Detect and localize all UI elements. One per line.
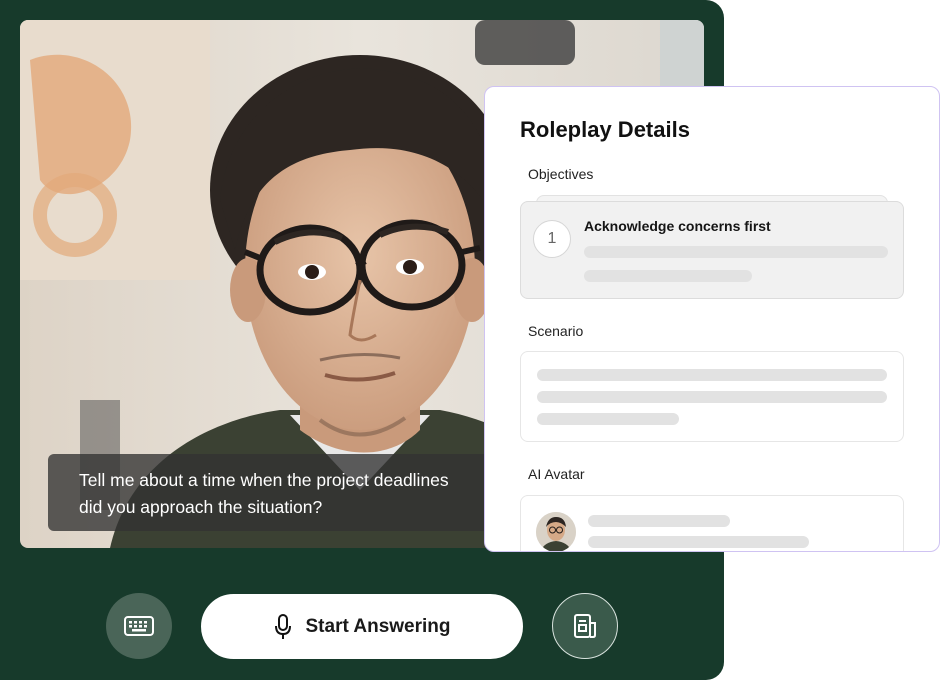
objective-number: 1: [533, 220, 571, 258]
scenario-label: Scenario: [528, 323, 584, 339]
placeholder-line: [584, 246, 888, 258]
avatar-image: [536, 512, 576, 551]
objective-text: Acknowledge concerns first: [584, 218, 771, 234]
objective-card[interactable]: 1 Acknowledge concerns first: [520, 201, 904, 299]
placeholder-line: [588, 515, 730, 527]
placeholder-line: [537, 413, 679, 425]
placeholder-line: [588, 536, 809, 548]
notes-button[interactable]: [552, 593, 618, 659]
scenario-card: [520, 351, 904, 442]
avatar: [536, 512, 576, 551]
keyboard-icon: [124, 616, 154, 636]
call-controls: Start Answering: [0, 560, 724, 680]
ai-avatar-label: AI Avatar: [528, 466, 585, 482]
panel-title: Roleplay Details: [520, 117, 690, 142]
objectives-label: Objectives: [528, 166, 594, 182]
roleplay-details-panel: Roleplay Details Objectives 1 Acknowledg…: [484, 86, 940, 552]
start-answering-label: Start Answering: [305, 615, 451, 637]
placeholder-line: [537, 391, 887, 403]
microphone-icon: [274, 613, 291, 639]
document-icon: [574, 614, 596, 638]
placeholder-line: [537, 369, 887, 381]
keyboard-button[interactable]: [106, 593, 172, 659]
ai-avatar-card[interactable]: [520, 495, 904, 551]
start-answering-button[interactable]: Start Answering: [200, 593, 524, 660]
placeholder-line: [584, 270, 752, 282]
